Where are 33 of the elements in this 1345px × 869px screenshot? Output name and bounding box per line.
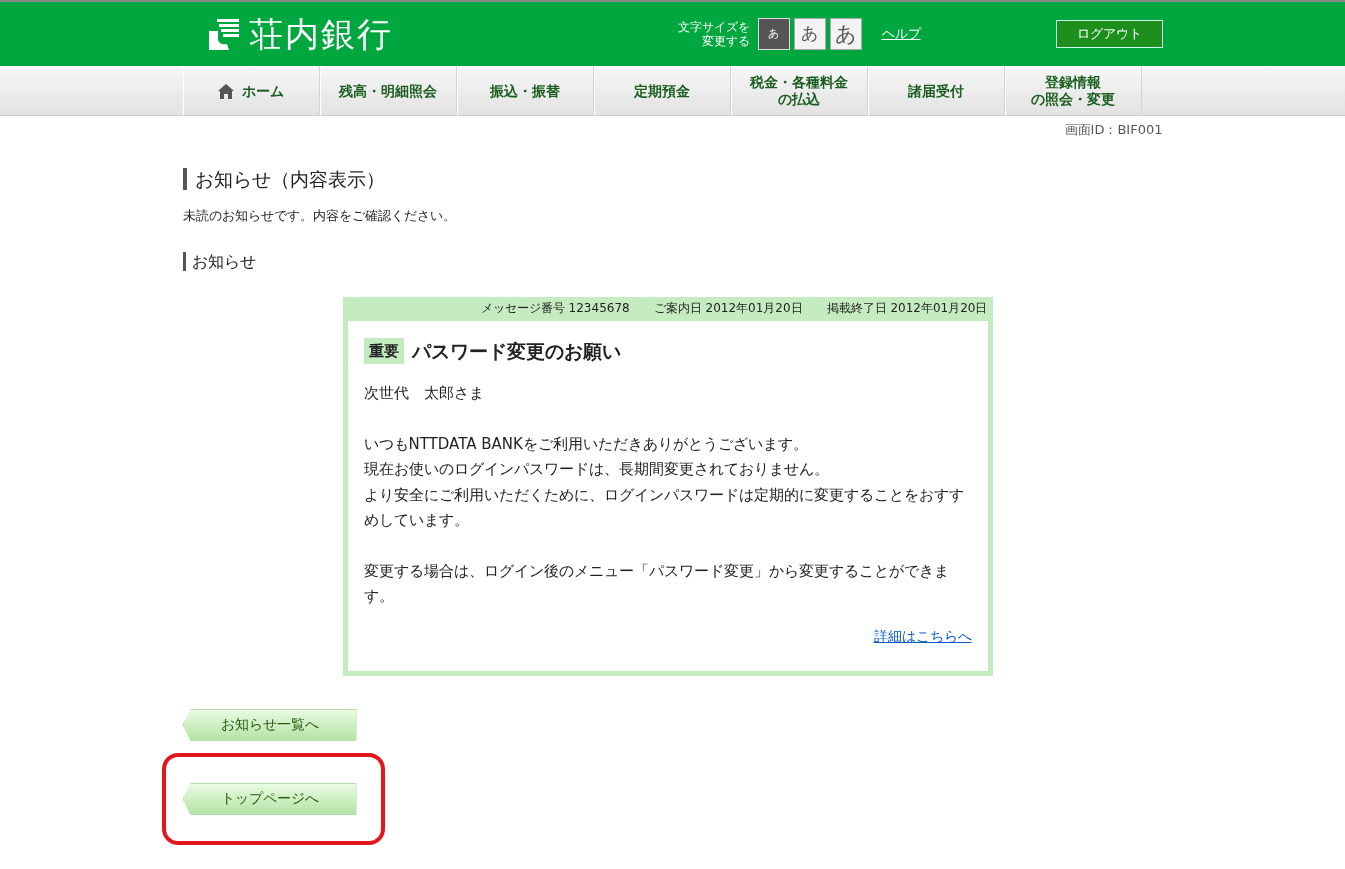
font-size-label: 変更する <box>700 34 750 49</box>
intro-text: 未読のお知らせです。内容をご確認ください。 <box>182 207 457 226</box>
nav-tab[interactable]: ホーム <box>182 66 320 116</box>
notice-line: 変更する場合は、ログイン後のメニュー「パスワード変更」から変更することができます。 <box>363 561 950 608</box>
nav-tab[interactable]: 定期預金 <box>593 66 731 116</box>
notice-title: パスワード変更のお願い <box>411 339 621 364</box>
notice-meta: メッセージ番号 12345678 <box>480 300 630 317</box>
back-button[interactable]: トップページへ <box>182 783 357 815</box>
nav-tab[interactable]: 振込・振替 <box>456 66 594 116</box>
importance-tag: 重要 <box>363 338 404 365</box>
notice-line: より安全にご利用いただくために、ログインパスワードは定期的に変更することをおすすめしています。 <box>363 485 965 532</box>
font-size-button[interactable]: あ <box>757 18 790 50</box>
logo-icon <box>206 17 241 51</box>
section-title: お知らせ <box>182 251 1163 271</box>
home-icon <box>218 83 234 99</box>
nav-tab[interactable]: 諸届受付 <box>867 66 1005 116</box>
notice-line: いつもNTTDATA BANKをご利用いただきありがとうございます。 <box>363 434 809 455</box>
font-size-button[interactable]: あ <box>793 18 826 50</box>
notice-line: 現在お使いのログインパスワードは、長期間変更されておりません。 <box>363 459 830 481</box>
nav-tab[interactable]: 税金・各種料金 の払込 <box>730 66 868 116</box>
nav-tab[interactable]: 残高・明細照会 <box>319 66 457 116</box>
back-button[interactable]: お知らせ一覧へ <box>182 709 357 741</box>
notice-line: 次世代 太郎さま <box>363 383 485 405</box>
notice-meta: 掲載終了日 2012年01月20日 <box>826 300 988 317</box>
font-size-label: 文字サイズを <box>677 19 750 34</box>
detail-link[interactable]: 詳細はこちらへ <box>873 628 972 644</box>
page-title: お知らせ（内容表示） <box>182 167 1163 191</box>
logout-button[interactable]: ログアウト <box>1055 20 1163 48</box>
bank-logo: 荘内銀行 <box>248 12 393 56</box>
notice-meta: ご案内日 2012年01月20日 <box>653 300 803 317</box>
nav-tab[interactable]: 登録情報 の照会・変更 <box>1004 66 1142 116</box>
screen-id: 画面ID：BIF001 <box>1063 121 1163 139</box>
font-size-button[interactable]: あ <box>829 18 862 50</box>
